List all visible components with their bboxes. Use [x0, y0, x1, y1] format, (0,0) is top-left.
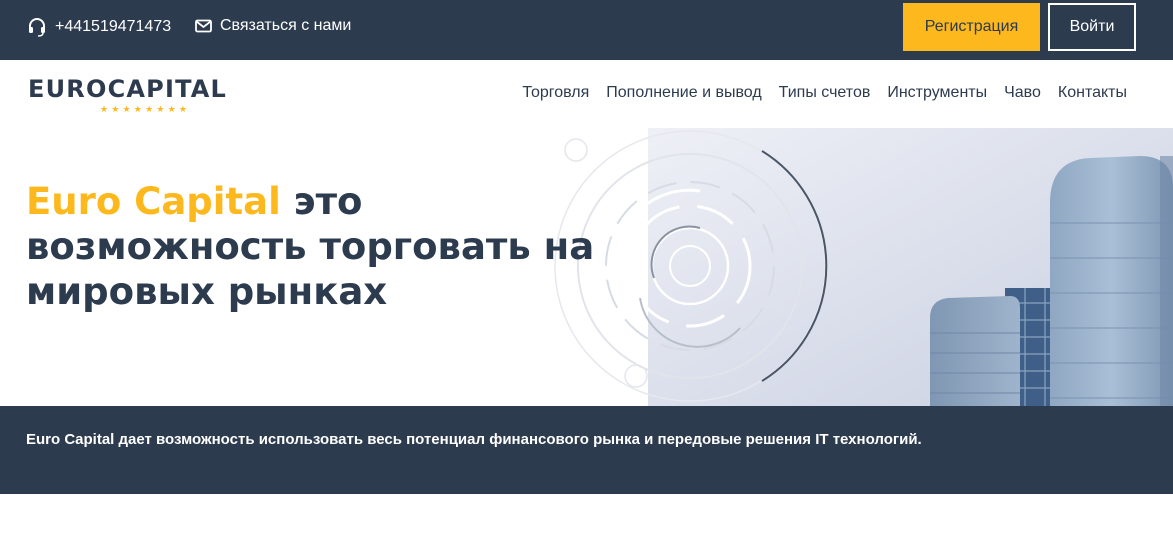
hero-title-brand: Euro Capital [26, 180, 281, 223]
login-button[interactable]: Войти [1048, 3, 1136, 51]
phone-link[interactable]: +441519471473 [27, 17, 171, 37]
hero-title: Euro Capital это возможность торговать н… [26, 179, 646, 314]
nav-item-account-types[interactable]: Типы счетов [779, 84, 871, 102]
logo[interactable]: EUROCAPITAL ★★★★★★★★ [28, 75, 228, 114]
headset-icon [29, 18, 45, 37]
logo-stars: ★★★★★★★★ [100, 104, 191, 114]
nav-item-faq[interactable]: Чаво [1004, 84, 1041, 102]
nav-item-instruments[interactable]: Инструменты [887, 84, 987, 102]
envelope-icon [195, 19, 212, 33]
contact-us-link[interactable]: Связаться с нами [195, 17, 351, 35]
contact-us-label: Связаться с нами [220, 17, 352, 34]
nav-item-deposit-withdrawal[interactable]: Пополнение и вывод [606, 84, 761, 102]
phone-number: +441519471473 [55, 18, 172, 35]
nav-item-trading[interactable]: Торговля [522, 84, 589, 102]
main-nav: Торговля Пополнение и вывод Типы счетов … [505, 84, 1127, 102]
info-banner [0, 406, 1173, 494]
info-banner-text: Euro Capital дает возможность использова… [26, 431, 922, 448]
logo-text: EUROCAPITAL [28, 75, 228, 103]
register-button[interactable]: Регистрация [903, 3, 1040, 51]
nav-item-contacts[interactable]: Контакты [1058, 84, 1127, 102]
